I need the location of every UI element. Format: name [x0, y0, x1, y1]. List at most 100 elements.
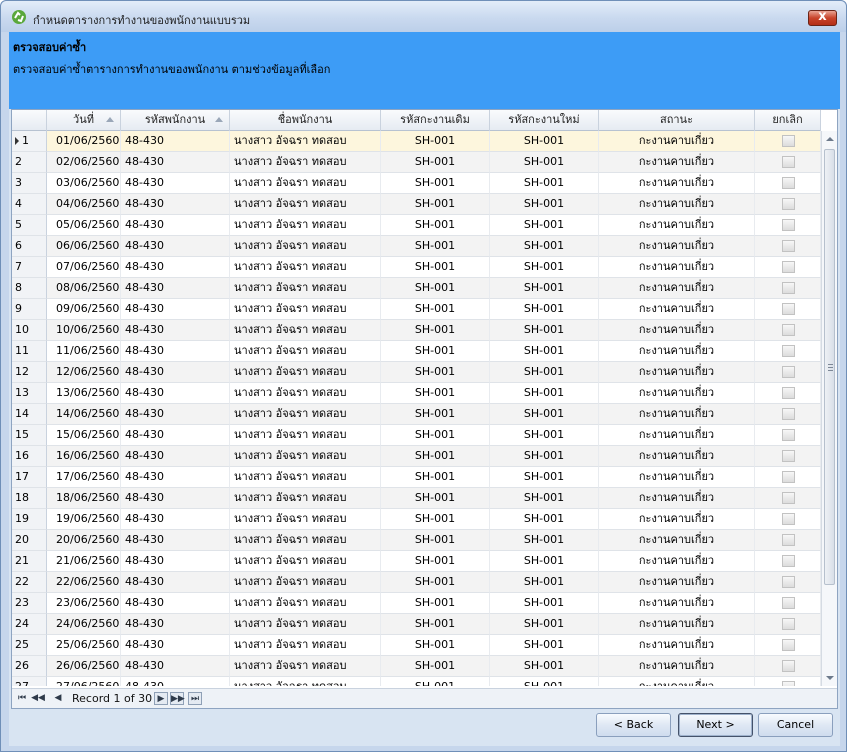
cancel-checkbox[interactable] [782, 135, 795, 147]
date-cell[interactable]: 25/06/2560 [47, 635, 121, 656]
status-cell[interactable]: กะงานคาบเกี่ยว [599, 299, 755, 320]
emp-name-cell[interactable]: นางสาว อัจฉรา ทดสอบ [230, 362, 381, 383]
new-shift-cell[interactable]: SH-001 [490, 257, 599, 278]
old-shift-cell[interactable]: SH-001 [381, 257, 490, 278]
old-shift-cell[interactable]: SH-001 [381, 341, 490, 362]
cancel-checkbox[interactable] [782, 429, 795, 441]
status-cell[interactable]: กะงานคาบเกี่ยว [599, 593, 755, 614]
emp-name-cell[interactable]: นางสาว อัจฉรา ทดสอบ [230, 299, 381, 320]
cancel-checkbox[interactable] [782, 492, 795, 504]
prev-record-button[interactable]: ◀ [51, 692, 65, 705]
old-shift-cell[interactable]: SH-001 [381, 362, 490, 383]
cancel-checkbox[interactable] [782, 408, 795, 420]
date-cell[interactable]: 17/06/2560 [47, 467, 121, 488]
scroll-thumb[interactable] [824, 149, 835, 585]
emp-code-cell[interactable]: 48-430 [121, 446, 230, 467]
date-cell[interactable]: 15/06/2560 [47, 425, 121, 446]
cancel-checkbox[interactable] [782, 639, 795, 651]
date-cell[interactable]: 22/06/2560 [47, 572, 121, 593]
old-shift-cell[interactable]: SH-001 [381, 593, 490, 614]
date-cell[interactable]: 16/06/2560 [47, 446, 121, 467]
status-cell[interactable]: กะงานคาบเกี่ยว [599, 425, 755, 446]
old-shift-cell[interactable]: SH-001 [381, 530, 490, 551]
new-shift-cell[interactable]: SH-001 [490, 320, 599, 341]
cancel-checkbox[interactable] [782, 240, 795, 252]
column-header-date[interactable]: วันที่ [47, 110, 121, 131]
emp-name-cell[interactable]: นางสาว อัจฉรา ทดสอบ [230, 677, 381, 686]
status-cell[interactable]: กะงานคาบเกี่ยว [599, 278, 755, 299]
emp-code-cell[interactable]: 48-430 [121, 215, 230, 236]
first-record-button[interactable]: ⏮ [15, 692, 29, 705]
emp-code-cell[interactable]: 48-430 [121, 551, 230, 572]
date-cell[interactable]: 26/06/2560 [47, 656, 121, 677]
new-shift-cell[interactable]: SH-001 [490, 656, 599, 677]
status-cell[interactable]: กะงานคาบเกี่ยว [599, 488, 755, 509]
column-header-cancel[interactable]: ยกเลิก [755, 110, 821, 131]
emp-code-cell[interactable]: 48-430 [121, 425, 230, 446]
emp-code-cell[interactable]: 48-430 [121, 635, 230, 656]
column-header-status[interactable]: สถานะ [599, 110, 755, 131]
cancel-checkbox[interactable] [782, 618, 795, 630]
table-row[interactable]: 21 21/06/2560 48-430 นางสาว อัจฉรา ทดสอบ SH-… [12, 551, 821, 572]
cancel-checkbox[interactable] [782, 576, 795, 588]
new-shift-cell[interactable]: SH-001 [490, 551, 599, 572]
emp-code-cell[interactable]: 48-430 [121, 236, 230, 257]
status-cell[interactable]: กะงานคาบเกี่ยว [599, 404, 755, 425]
cancel-checkbox[interactable] [782, 261, 795, 273]
emp-code-cell[interactable]: 48-430 [121, 509, 230, 530]
cancel-checkbox[interactable] [782, 597, 795, 609]
next-record-button[interactable]: ▶ [154, 692, 168, 705]
date-cell[interactable]: 02/06/2560 [47, 152, 121, 173]
table-row[interactable]: 10 10/06/2560 48-430 นางสาว อัจฉรา ทดสอบ SH-… [12, 320, 821, 341]
status-cell[interactable]: กะงานคาบเกี่ยว [599, 635, 755, 656]
new-shift-cell[interactable]: SH-001 [490, 509, 599, 530]
emp-code-cell[interactable]: 48-430 [121, 320, 230, 341]
emp-code-cell[interactable]: 48-430 [121, 194, 230, 215]
old-shift-cell[interactable]: SH-001 [381, 635, 490, 656]
emp-name-cell[interactable]: นางสาว อัจฉรา ทดสอบ [230, 530, 381, 551]
status-cell[interactable]: กะงานคาบเกี่ยว [599, 236, 755, 257]
old-shift-cell[interactable]: SH-001 [381, 299, 490, 320]
status-cell[interactable]: กะงานคาบเกี่ยว [599, 446, 755, 467]
status-cell[interactable]: กะงานคาบเกี่ยว [599, 131, 755, 152]
emp-code-cell[interactable]: 48-430 [121, 614, 230, 635]
emp-name-cell[interactable]: นางสาว อัจฉรา ทดสอบ [230, 446, 381, 467]
emp-name-cell[interactable]: นางสาว อัจฉรา ทดสอบ [230, 257, 381, 278]
cancel-checkbox[interactable] [782, 513, 795, 525]
cancel-checkbox[interactable] [782, 324, 795, 336]
table-row[interactable]: 5 05/06/2560 48-430 นางสาว อัจฉรา ทดสอบ SH-0… [12, 215, 821, 236]
emp-code-cell[interactable]: 48-430 [121, 341, 230, 362]
emp-code-cell[interactable]: 48-430 [121, 299, 230, 320]
date-cell[interactable]: 20/06/2560 [47, 530, 121, 551]
table-row[interactable]: 9 09/06/2560 48-430 นางสาว อัจฉรา ทดสอบ SH-0… [12, 299, 821, 320]
old-shift-cell[interactable]: SH-001 [381, 488, 490, 509]
new-shift-cell[interactable]: SH-001 [490, 467, 599, 488]
new-shift-cell[interactable]: SH-001 [490, 278, 599, 299]
new-shift-cell[interactable]: SH-001 [490, 404, 599, 425]
emp-code-cell[interactable]: 48-430 [121, 467, 230, 488]
date-cell[interactable]: 21/06/2560 [47, 551, 121, 572]
new-shift-cell[interactable]: SH-001 [490, 614, 599, 635]
table-row[interactable]: 24 24/06/2560 48-430 นางสาว อัจฉรา ทดสอบ SH-… [12, 614, 821, 635]
cancel-checkbox[interactable] [782, 534, 795, 546]
new-shift-cell[interactable]: SH-001 [490, 173, 599, 194]
old-shift-cell[interactable]: SH-001 [381, 467, 490, 488]
old-shift-cell[interactable]: SH-001 [381, 551, 490, 572]
new-shift-cell[interactable]: SH-001 [490, 152, 599, 173]
new-shift-cell[interactable]: SH-001 [490, 530, 599, 551]
table-row[interactable]: 4 04/06/2560 48-430 นางสาว อัจฉรา ทดสอบ SH-0… [12, 194, 821, 215]
cancel-checkbox[interactable] [782, 471, 795, 483]
emp-name-cell[interactable]: นางสาว อัจฉรา ทดสอบ [230, 593, 381, 614]
old-shift-cell[interactable]: SH-001 [381, 131, 490, 152]
old-shift-cell[interactable]: SH-001 [381, 425, 490, 446]
emp-code-cell[interactable]: 48-430 [121, 656, 230, 677]
cancel-checkbox[interactable] [782, 282, 795, 294]
date-cell[interactable]: 27/06/2560 [47, 677, 121, 686]
emp-name-cell[interactable]: นางสาว อัจฉรา ทดสอบ [230, 467, 381, 488]
table-row[interactable]: 19 19/06/2560 48-430 นางสาว อัจฉรา ทดสอบ SH-… [12, 509, 821, 530]
status-cell[interactable]: กะงานคาบเกี่ยว [599, 656, 755, 677]
emp-name-cell[interactable]: นางสาว อัจฉรา ทดสอบ [230, 404, 381, 425]
new-shift-cell[interactable]: SH-001 [490, 131, 599, 152]
old-shift-cell[interactable]: SH-001 [381, 194, 490, 215]
date-cell[interactable]: 12/06/2560 [47, 362, 121, 383]
